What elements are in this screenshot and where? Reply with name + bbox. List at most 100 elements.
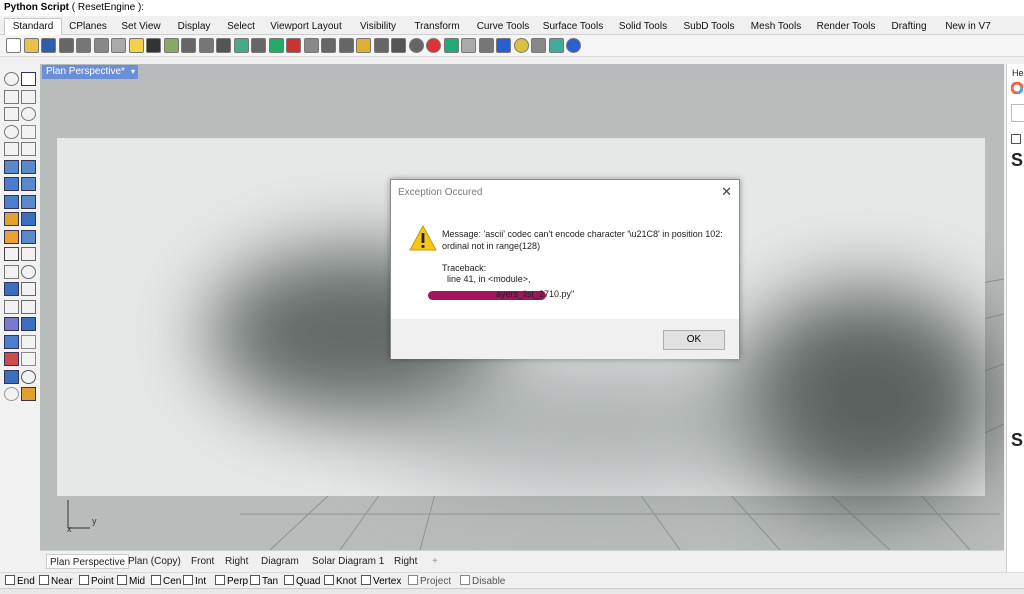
left-tool-icon[interactable]	[4, 72, 19, 86]
panel-checkbox[interactable]	[1011, 134, 1021, 144]
left-tool-icon[interactable]	[4, 177, 19, 191]
left-tool-icon[interactable]	[4, 229, 19, 244]
osnap-checkbox[interactable]	[151, 575, 161, 585]
options-icon[interactable]	[496, 38, 511, 53]
light-icon[interactable]	[338, 38, 354, 53]
left-tool-icon[interactable]	[21, 229, 36, 244]
osnap-end[interactable]: End	[5, 575, 35, 587]
viewport-tab-right[interactable]: Right	[225, 554, 248, 569]
material-icon[interactable]	[426, 38, 441, 53]
left-tool-icon[interactable]	[21, 142, 36, 156]
globe-icon[interactable]	[548, 38, 564, 53]
tab-render-tools[interactable]: Render Tools	[812, 19, 880, 35]
left-tool-icon[interactable]	[21, 194, 36, 209]
cplane-icon[interactable]	[303, 38, 319, 53]
open-icon[interactable]	[23, 38, 39, 53]
viewport-tab-right[interactable]: Right	[394, 554, 417, 569]
help-icon[interactable]	[566, 38, 581, 53]
osnap-checkbox[interactable]	[324, 575, 334, 585]
tab-subd-tools[interactable]: SubD Tools	[678, 19, 740, 35]
print-icon[interactable]	[58, 38, 74, 53]
osnap-checkbox[interactable]	[250, 575, 260, 585]
cut-icon[interactable]	[93, 38, 109, 53]
filter-icon[interactable]	[478, 38, 494, 53]
left-tool-icon[interactable]	[4, 124, 19, 139]
viewport-tab-diagram[interactable]: Diagram	[261, 554, 299, 569]
left-tool-icon[interactable]	[4, 142, 19, 156]
osnap-checkbox[interactable]	[5, 575, 15, 585]
new-icon[interactable]	[6, 38, 21, 53]
viewport-title[interactable]: Plan Perspective*	[42, 65, 129, 79]
close-icon[interactable]: ✕	[721, 184, 732, 200]
osnap-checkbox[interactable]	[361, 575, 371, 585]
left-tool-icon[interactable]	[4, 264, 19, 279]
left-tool-icon[interactable]	[4, 334, 19, 349]
left-tool-icon[interactable]	[21, 282, 36, 296]
left-tool-icon[interactable]	[21, 177, 36, 191]
tab-visibility[interactable]: Visibility	[354, 19, 402, 35]
left-tool-icon[interactable]	[21, 299, 36, 314]
tab-solid-tools[interactable]: Solid Tools	[612, 19, 674, 35]
ok-button[interactable]: OK	[663, 330, 725, 350]
osnap-perp[interactable]: Perp	[215, 575, 248, 587]
tab-cplanes[interactable]: CPlanes	[64, 19, 112, 35]
left-tool-icon[interactable]	[21, 334, 36, 349]
left-tool-icon[interactable]	[21, 317, 36, 331]
left-tool-icon[interactable]	[4, 194, 19, 209]
tab-display[interactable]: Display	[172, 19, 216, 35]
render-color-icon[interactable]	[373, 38, 389, 53]
left-tool-icon[interactable]	[21, 352, 36, 366]
left-tool-icon[interactable]	[4, 159, 19, 174]
tab-new-in-v7[interactable]: New in V7	[938, 19, 998, 35]
osnap-project[interactable]: Project	[408, 575, 451, 587]
network-icon[interactable]	[531, 38, 546, 53]
left-tool-icon[interactable]	[4, 317, 19, 331]
rotate-view-icon[interactable]	[268, 38, 284, 53]
osnap-checkbox[interactable]	[183, 575, 193, 585]
tab-standard[interactable]: Standard	[4, 18, 62, 36]
save-icon[interactable]	[41, 38, 56, 53]
left-tool-icon[interactable]	[4, 387, 19, 401]
left-tool-icon[interactable]	[21, 247, 36, 261]
left-tool-icon[interactable]	[21, 124, 36, 139]
paste-icon[interactable]	[128, 38, 144, 53]
left-tool-icon[interactable]	[4, 299, 19, 314]
shade-icon[interactable]	[391, 38, 406, 53]
osnap-vertex[interactable]: Vertex	[361, 575, 401, 587]
left-tool-icon[interactable]	[4, 89, 19, 104]
left-tool-icon[interactable]	[21, 107, 36, 121]
tab-curve-tools[interactable]: Curve Tools	[470, 19, 536, 35]
osnap-int[interactable]: Int	[183, 575, 206, 587]
zoom-selected-icon[interactable]	[251, 38, 266, 53]
osnap-checkbox[interactable]	[39, 575, 49, 585]
osnap-checkbox[interactable]	[79, 575, 89, 585]
pan-icon[interactable]	[163, 38, 179, 53]
left-tool-icon[interactable]	[4, 212, 19, 226]
osnap-quad[interactable]: Quad	[284, 575, 320, 587]
tab-mesh-tools[interactable]: Mesh Tools	[744, 19, 808, 35]
viewport-tab-front[interactable]: Front	[191, 554, 214, 569]
osnap-disable[interactable]: Disable	[460, 575, 505, 587]
undo-icon[interactable]	[146, 38, 161, 53]
osnap-knot[interactable]: Knot	[324, 575, 357, 587]
sphere-icon[interactable]	[408, 38, 424, 53]
rendered-icon[interactable]	[443, 38, 459, 53]
osnap-point[interactable]: Point	[79, 575, 114, 587]
left-tool-icon[interactable]	[21, 369, 36, 384]
copy-icon[interactable]	[111, 38, 126, 53]
left-tool-icon[interactable]	[21, 89, 36, 104]
osnap-checkbox[interactable]	[117, 575, 127, 585]
panel-input[interactable]	[1011, 104, 1024, 122]
left-tool-icon[interactable]	[21, 387, 36, 401]
viewport-tab-plan-copy-[interactable]: Plan (Copy)	[128, 554, 181, 569]
viewport-tab-plan-perspective[interactable]: Plan Perspective	[46, 554, 130, 569]
viewport-menu-icon[interactable]: ▾	[128, 65, 138, 79]
left-tool-icon[interactable]	[4, 282, 19, 296]
zoom-extents-icon[interactable]	[233, 38, 249, 53]
left-tool-icon[interactable]	[21, 72, 36, 86]
osnap-checkbox[interactable]	[284, 575, 294, 585]
zoom-window-icon[interactable]	[216, 38, 231, 53]
move-icon[interactable]	[181, 38, 196, 53]
zoom-in-icon[interactable]	[198, 38, 214, 53]
left-tool-icon[interactable]	[21, 159, 36, 174]
